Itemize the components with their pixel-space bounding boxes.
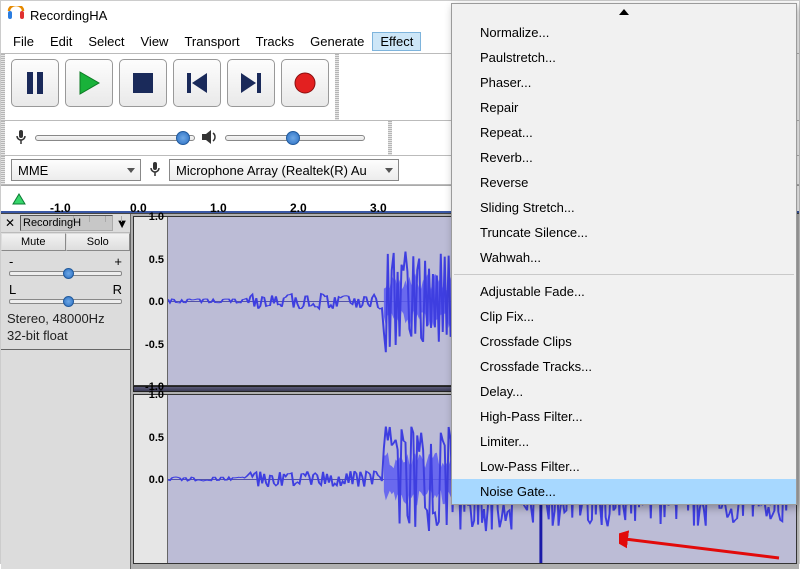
effect-menu-item[interactable]: Repair <box>452 95 796 120</box>
menu-scroll-up[interactable] <box>452 4 796 20</box>
device-toolbar: MME Microphone Array (Realtek(R) Au <box>5 156 405 184</box>
effect-menu-item[interactable]: Limiter... <box>452 429 796 454</box>
window-title: RecordingHA <box>30 8 107 23</box>
mic-icon <box>147 161 163 180</box>
app-logo-icon <box>7 6 25 24</box>
transport-toolbar <box>5 54 335 120</box>
menu-tracks[interactable]: Tracks <box>248 32 303 51</box>
track-name[interactable]: RecordingH <box>20 215 113 231</box>
effect-menu-item[interactable]: Paulstretch... <box>452 45 796 70</box>
effect-menu-item[interactable]: Low-Pass Filter... <box>452 454 796 479</box>
pause-button[interactable] <box>11 59 59 107</box>
effect-menu-item[interactable]: Crossfade Tracks... <box>452 354 796 379</box>
track-menu-dropdown[interactable]: ▼ <box>114 216 130 231</box>
track-meta: Stereo, 48000Hz 32-bit float <box>1 307 130 349</box>
gain-slider[interactable]: -+ <box>1 251 130 279</box>
track-control-panel: ✕ RecordingH ▼ Mute Solo -+ LR Stereo, 4… <box>1 214 131 569</box>
menu-effect[interactable]: Effect <box>372 32 421 51</box>
menu-transport[interactable]: Transport <box>176 32 247 51</box>
effect-menu-item[interactable]: Noise Gate... <box>452 479 796 504</box>
mute-button[interactable]: Mute <box>1 233 66 251</box>
effect-menu-item[interactable]: Wahwah... <box>452 245 796 270</box>
recording-device-value: Microphone Array (Realtek(R) Au <box>176 163 367 178</box>
effect-menu-item[interactable]: Reverse <box>452 170 796 195</box>
record-button[interactable] <box>281 59 329 107</box>
pan-slider[interactable]: LR <box>1 279 130 307</box>
play-button[interactable] <box>65 59 113 107</box>
effect-menu-item[interactable]: Reverb... <box>452 145 796 170</box>
menu-view[interactable]: View <box>133 32 177 51</box>
effect-menu-item[interactable]: Normalize... <box>452 20 796 45</box>
menu-generate[interactable]: Generate <box>302 32 372 51</box>
effect-menu-item[interactable]: Adjustable Fade... <box>452 279 796 304</box>
speaker-icon <box>201 129 219 148</box>
audio-host-combo[interactable]: MME <box>11 159 141 181</box>
menu-file[interactable]: File <box>5 32 42 51</box>
menu-separator <box>454 274 794 275</box>
effect-menu-item[interactable]: Phaser... <box>452 70 796 95</box>
meters-toolbar <box>5 121 388 155</box>
effect-dropdown-menu: Normalize...Paulstretch...Phaser...Repai… <box>451 3 797 505</box>
playback-volume-slider[interactable] <box>225 135 365 141</box>
effect-menu-item[interactable]: Sliding Stretch... <box>452 195 796 220</box>
mic-icon <box>13 129 29 148</box>
effect-menu-item[interactable]: Crossfade Clips <box>452 329 796 354</box>
menu-edit[interactable]: Edit <box>42 32 80 51</box>
effect-menu-item[interactable]: Clip Fix... <box>452 304 796 329</box>
effect-menu-item[interactable]: Repeat... <box>452 120 796 145</box>
effect-menu-item[interactable]: Delay... <box>452 379 796 404</box>
skip-end-button[interactable] <box>227 59 275 107</box>
effect-menu-item[interactable]: Truncate Silence... <box>452 220 796 245</box>
timeline-pin-icon[interactable] <box>1 191 37 207</box>
effect-menu-item[interactable]: High-Pass Filter... <box>452 404 796 429</box>
stop-button[interactable] <box>119 59 167 107</box>
skip-start-button[interactable] <box>173 59 221 107</box>
recording-device-combo[interactable]: Microphone Array (Realtek(R) Au <box>169 159 399 181</box>
solo-button[interactable]: Solo <box>66 233 131 251</box>
recording-volume-slider[interactable] <box>35 135 195 141</box>
menu-select[interactable]: Select <box>80 32 132 51</box>
track-close-button[interactable]: ✕ <box>1 216 19 230</box>
audio-host-value: MME <box>18 163 48 178</box>
